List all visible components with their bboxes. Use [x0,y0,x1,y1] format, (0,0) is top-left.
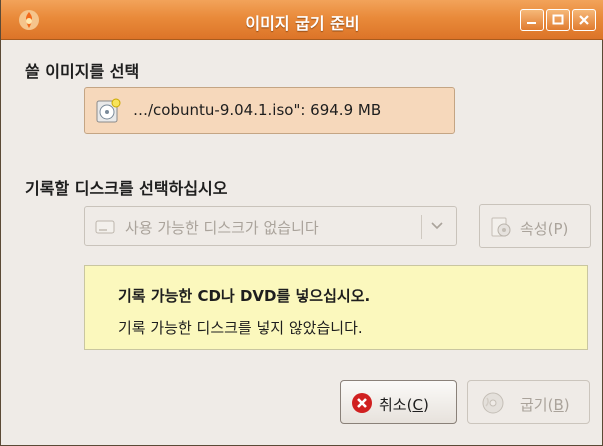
burn-button[interactable]: 굽기(B) [467,380,590,424]
close-button[interactable] [572,9,596,31]
insert-disc-message: 기록 가능한 디스크를 넣지 않았습니다. [118,319,363,337]
cancel-button[interactable]: 취소(C) [340,380,457,424]
cancel-mnemonic: C [412,396,423,414]
chevron-down-icon [431,222,443,230]
burn-dialog-window: 이미지 굽기 준비 쓸 이미지를 선택 …/cobuntu-9.04.1.iso… [0,0,603,446]
close-icon [579,15,589,25]
maximize-button[interactable] [546,9,570,31]
cancel-close-paren: ) [422,396,429,414]
image-file-chooser-button[interactable]: …/cobuntu-9.04.1.iso": 694.9 MB [84,87,455,134]
source-image-label: 쓸 이미지를 선택 [25,62,140,81]
cancel-label: 취소(C) [379,394,429,415]
drive-icon [95,220,115,234]
title-prefix: 기록 가능한 [118,287,198,305]
combo-separator [421,215,422,239]
burn-disc-icon [482,392,504,414]
title-dvd: DVD [239,287,277,305]
title-suffix: 를 넣으십시오. [276,287,371,305]
burn-mnemonic: B [553,396,564,414]
cancel-text: 취소( [379,396,413,414]
maximize-icon [552,14,564,25]
window-title: 이미지 굽기 준비 [245,14,360,33]
burn-label: 굽기(B) [520,394,570,415]
disc-selector-value: 사용 가능한 디스크가 없습니다 [125,219,319,237]
insert-disc-message-box: 기록 가능한 CD나 DVD를 넣으십시오. 기록 가능한 디스크를 넣지 않았… [84,265,588,350]
burn-text: 굽기( [520,396,554,414]
cancel-icon [352,393,372,413]
minimize-button[interactable] [520,9,544,31]
minimize-icon [527,22,536,24]
disc-selector-combo[interactable]: 사용 가능한 디스크가 없습니다 [84,206,457,246]
burn-close-paren: ) [563,396,570,414]
target-disc-label: 기록할 디스크를 선택하십시오 [25,179,228,198]
properties-button[interactable]: 속성(P) [479,204,591,248]
disc-image-icon [96,98,121,123]
title-mid: 나 [220,287,240,305]
title-bar[interactable]: 이미지 굽기 준비 [1,0,603,40]
selected-image-path: …/cobuntu-9.04.1.iso": 694.9 MB [133,101,382,119]
insert-disc-title: 기록 가능한 CD나 DVD를 넣으십시오. [118,285,370,306]
properties-label: 속성(P) [520,220,569,238]
title-cd: CD [197,287,221,305]
properties-icon [491,217,511,237]
